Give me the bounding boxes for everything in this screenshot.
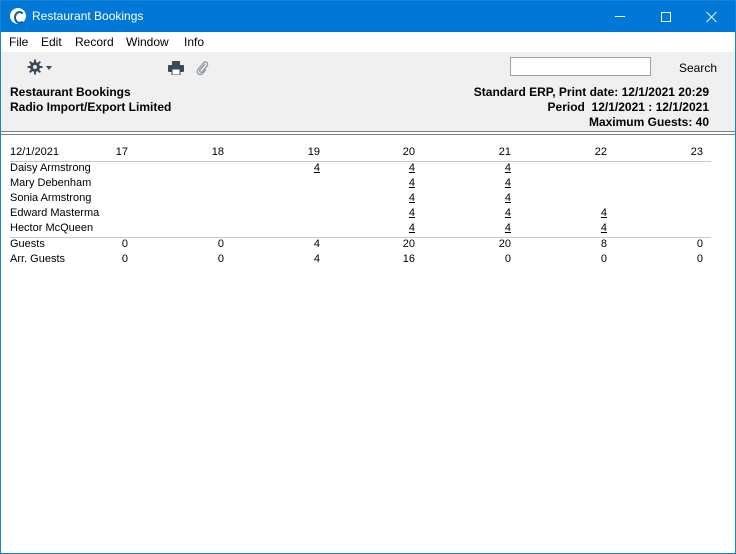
- hour-header: 22: [594, 146, 607, 158]
- hour-header: 21: [498, 146, 511, 158]
- window-title: Restaurant Bookings: [32, 9, 144, 23]
- menu-window[interactable]: Window: [126, 35, 169, 49]
- search-input[interactable]: [510, 57, 651, 76]
- total-value: 0: [504, 253, 511, 265]
- menu-record[interactable]: Record: [75, 35, 114, 49]
- printer-icon[interactable]: [168, 61, 184, 75]
- booking-link[interactable]: 4: [567, 207, 607, 219]
- booking-link[interactable]: 4: [375, 207, 415, 219]
- menu-bar: File Edit Record Window Info: [1, 32, 735, 52]
- totals-row: Guests 0 0 4 20 20 8 0: [1, 238, 735, 253]
- guest-name: Mary Debenham: [10, 177, 92, 189]
- guest-name: Hector McQueen: [10, 222, 94, 234]
- menu-edit[interactable]: Edit: [41, 35, 62, 49]
- booking-link[interactable]: 4: [471, 207, 511, 219]
- total-value: 4: [313, 253, 320, 265]
- minimize-button[interactable]: [597, 1, 643, 32]
- paperclip-icon[interactable]: [195, 60, 209, 76]
- report-period: Period 12/1/2021 : 12/1/2021: [547, 100, 709, 114]
- chevron-down-icon[interactable]: [46, 66, 52, 70]
- maximum-guests: Maximum Guests: 40: [588, 115, 709, 129]
- menu-file[interactable]: File: [9, 35, 28, 49]
- restaurant-bookings-window: Restaurant Bookings File Edit Record Win…: [0, 0, 736, 554]
- hour-header: 17: [115, 146, 128, 158]
- header-divider-lower: [1, 134, 735, 135]
- booking-row: Mary Debenham 4 4: [1, 177, 735, 192]
- totals-label: Arr. Guests: [10, 253, 66, 265]
- total-value: 0: [217, 253, 224, 265]
- header-divider: [1, 131, 735, 132]
- total-value: 0: [696, 253, 703, 265]
- total-value: 20: [402, 238, 415, 250]
- hour-header: 20: [402, 146, 415, 158]
- guest-name: Daisy Armstrong: [10, 162, 91, 174]
- total-value: 0: [600, 253, 607, 265]
- toolbar: Search: [1, 52, 735, 83]
- booking-link[interactable]: 4: [471, 222, 511, 234]
- company-name: Radio Import/Export Limited: [10, 100, 172, 114]
- maximize-icon: [661, 11, 671, 22]
- booking-link[interactable]: 4: [567, 222, 607, 234]
- guest-name: Edward Masterma: [10, 207, 100, 219]
- booking-row: Edward Masterma 4 4 4: [1, 207, 735, 222]
- total-value: 8: [600, 238, 607, 250]
- booking-link[interactable]: 4: [471, 192, 511, 204]
- title-bar: Restaurant Bookings: [1, 1, 735, 32]
- search-button[interactable]: Search: [679, 61, 717, 75]
- report-title: Restaurant Bookings: [10, 85, 131, 99]
- minimize-icon: [615, 16, 625, 17]
- total-value: 0: [696, 238, 703, 250]
- close-icon: [706, 11, 718, 23]
- total-value: 4: [313, 238, 320, 250]
- booking-row: Daisy Armstrong 4 4 4: [1, 162, 735, 177]
- hours-header-row: 12/1/2021 17 18 19 20 21 22 23: [1, 146, 735, 161]
- report-date: 12/1/2021: [10, 146, 59, 158]
- maximize-button[interactable]: [643, 1, 689, 32]
- guest-name: Sonia Armstrong: [10, 192, 92, 204]
- total-value: 20: [498, 238, 511, 250]
- menu-info[interactable]: Info: [184, 35, 204, 49]
- total-value: 0: [121, 253, 128, 265]
- booking-link[interactable]: 4: [375, 222, 415, 234]
- booking-link[interactable]: 4: [280, 162, 320, 174]
- booking-link[interactable]: 4: [471, 177, 511, 189]
- booking-link[interactable]: 4: [375, 162, 415, 174]
- print-date: Standard ERP, Print date: 12/1/2021 20:2…: [473, 85, 709, 99]
- total-value: 0: [121, 238, 128, 250]
- booking-row: Sonia Armstrong 4 4: [1, 192, 735, 207]
- booking-link[interactable]: 4: [375, 177, 415, 189]
- hour-header: 19: [307, 146, 320, 158]
- report-header: Restaurant Bookings Radio Import/Export …: [1, 83, 735, 131]
- hour-header: 23: [690, 146, 703, 158]
- close-button[interactable]: [689, 1, 735, 32]
- hour-header: 18: [211, 146, 224, 158]
- totals-label: Guests: [10, 238, 45, 250]
- app-logo-icon: [10, 8, 26, 24]
- gear-icon[interactable]: [27, 59, 43, 75]
- booking-link[interactable]: 4: [471, 162, 511, 174]
- totals-row: Arr. Guests 0 0 4 16 0 0 0: [1, 253, 735, 268]
- booking-row: Hector McQueen 4 4 4: [1, 222, 735, 237]
- total-value: 16: [402, 253, 415, 265]
- booking-link[interactable]: 4: [375, 192, 415, 204]
- total-value: 0: [217, 238, 224, 250]
